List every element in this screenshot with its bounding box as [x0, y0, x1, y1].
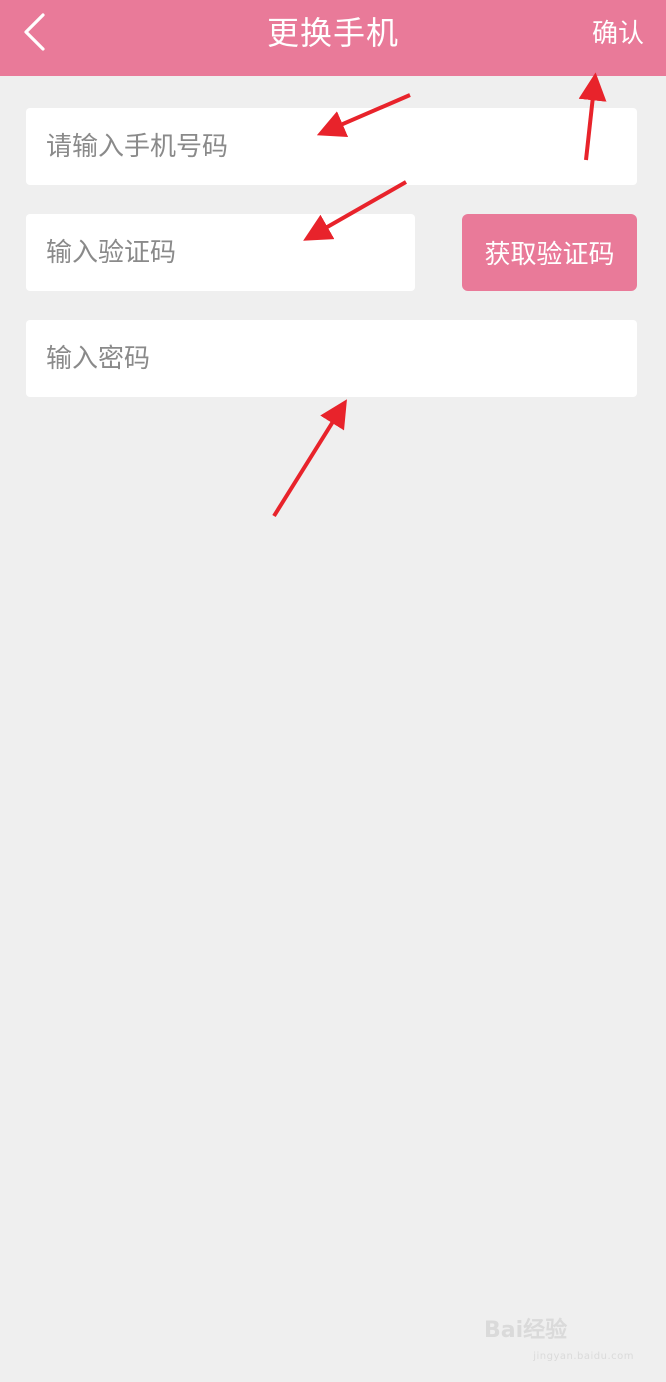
verification-code-input[interactable]	[26, 214, 415, 291]
get-code-button[interactable]: 获取验证码	[462, 214, 637, 291]
confirm-button[interactable]: 确认	[592, 14, 644, 54]
phone-field[interactable]	[26, 108, 637, 185]
verification-code-field[interactable]	[26, 214, 415, 291]
watermark-brand: Bai经验	[484, 1318, 568, 1343]
watermark: Bai经验 jingyan.baidu.com	[484, 1302, 634, 1362]
app-screen: 更换手机 确认 获取验证码 Bai经验 jingyan.baidu.com	[0, 0, 666, 1382]
annotation-arrows	[272, 72, 607, 518]
phone-input[interactable]	[26, 108, 637, 185]
watermark-url: jingyan.baidu.com	[533, 1351, 634, 1362]
password-field[interactable]	[26, 320, 637, 397]
page-title: 更换手机	[266, 14, 399, 52]
password-input[interactable]	[26, 320, 637, 397]
top-bar: 更换手机 确认	[0, 0, 666, 76]
arrow-to-password	[272, 399, 347, 518]
